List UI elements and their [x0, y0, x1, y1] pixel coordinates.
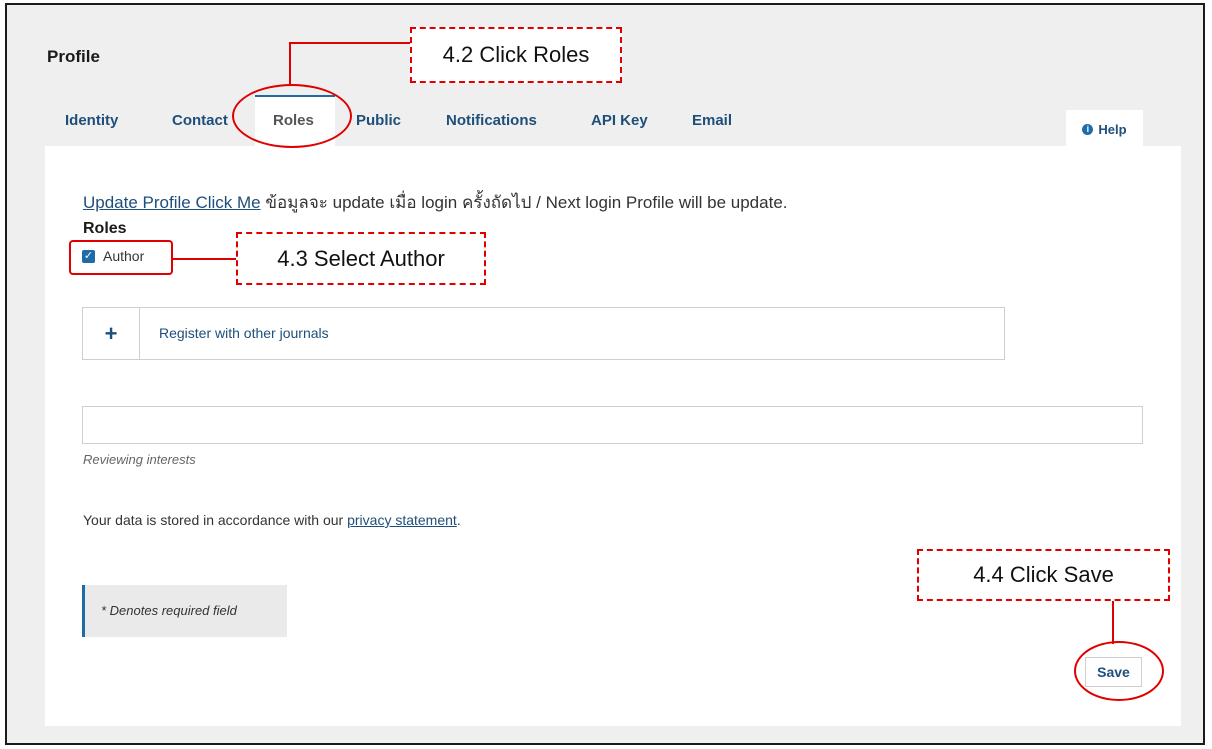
info-circle-icon: i: [1082, 123, 1094, 135]
annotation-highlight-author: [69, 240, 173, 275]
annotation-connector: [173, 258, 236, 260]
reviewing-interests-input[interactable]: [82, 406, 1143, 444]
tab-api-key[interactable]: API Key: [591, 112, 648, 129]
tab-contact[interactable]: Contact: [172, 112, 228, 129]
annotation-highlight-roles: [232, 84, 352, 148]
tab-notifications[interactable]: Notifications: [446, 112, 537, 129]
tab-public[interactable]: Public: [356, 112, 401, 129]
accordion-label: Register with other journals: [159, 325, 329, 341]
privacy-suffix: .: [456, 512, 461, 528]
tab-email[interactable]: Email: [692, 112, 732, 129]
privacy-prefix: Your data is stored in accordance with o…: [83, 512, 348, 528]
reviewing-interests-label: Reviewing interests: [83, 452, 196, 467]
privacy-notice: Your data is stored in accordance with o…: [83, 512, 461, 528]
annotation-connector: [1112, 601, 1114, 644]
privacy-statement-link[interactable]: privacy statement: [347, 512, 457, 528]
update-profile-link[interactable]: Update Profile Click Me: [83, 193, 261, 212]
annotation-select-author: 4.3 Select Author: [236, 232, 486, 285]
annotation-highlight-save: [1074, 641, 1164, 701]
roles-heading: Roles: [83, 220, 127, 237]
annotation-click-save: 4.4 Click Save: [917, 549, 1170, 601]
annotation-connector: [289, 42, 291, 86]
page-title: Profile: [47, 47, 100, 66]
tab-identity[interactable]: Identity: [65, 112, 118, 129]
plus-icon: +: [83, 308, 140, 359]
required-field-note: * Denotes required field: [82, 585, 287, 637]
register-other-journals-accordion[interactable]: + Register with other journals: [82, 307, 1005, 360]
update-notice-text: ข้อมูลจะ update เมื่อ login ครั้งถัดไป /…: [265, 193, 788, 212]
required-field-text: * Denotes required field: [101, 603, 237, 618]
annotation-connector: [289, 42, 410, 44]
help-label: Help: [1098, 121, 1127, 137]
annotation-click-roles: 4.2 Click Roles: [410, 27, 622, 83]
help-button[interactable]: i Help: [1066, 110, 1143, 148]
update-notice: Update Profile Click Me ข้อมูลจะ update …: [83, 189, 788, 216]
